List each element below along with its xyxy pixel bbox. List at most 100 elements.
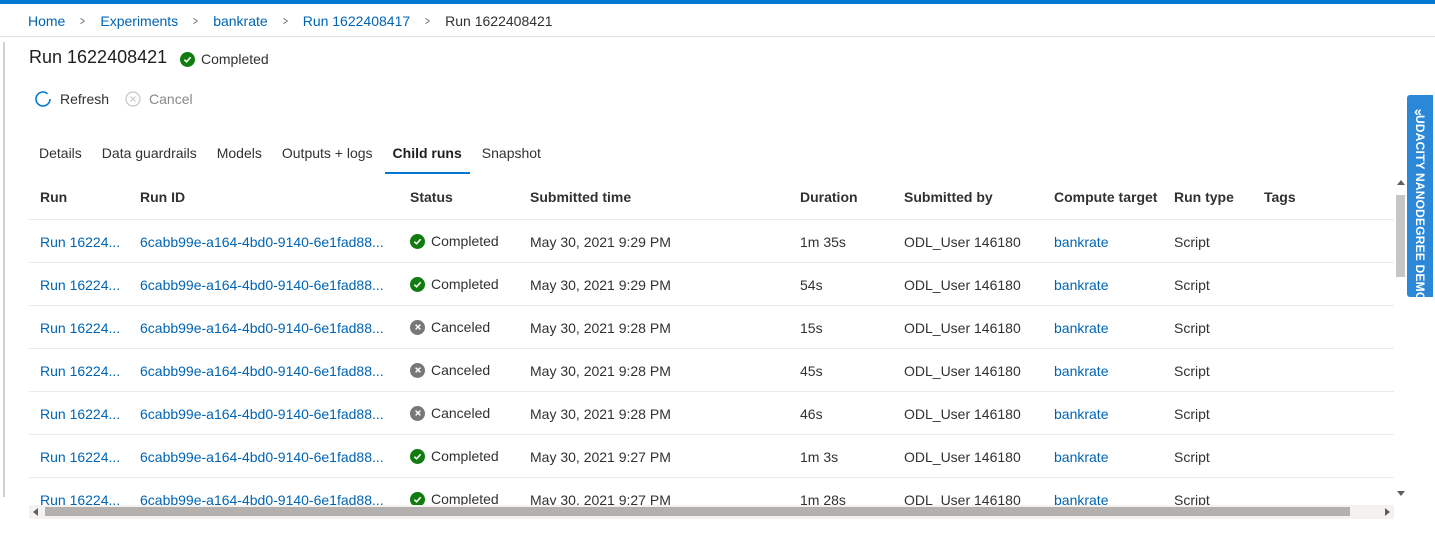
cell-compute-target-link[interactable]: bankrate (1054, 234, 1108, 250)
cell-run-id-link[interactable]: 6cabb99e-a164-4bd0-9140-6e1fad88... (140, 234, 384, 250)
cell-submitted-by: ODL_User 146180 (904, 406, 1021, 422)
status-label: Canceled (431, 405, 491, 421)
cell-run-type: Script (1174, 406, 1210, 422)
status-label: Completed (431, 491, 499, 506)
cell-run-id-link[interactable]: 6cabb99e-a164-4bd0-9140-6e1fad88... (140, 363, 384, 379)
cell-status: Completed (410, 491, 499, 506)
table-row[interactable]: Run 16224... 6cabb99e-a164-4bd0-9140-6e1f… (29, 263, 1394, 306)
column-header-duration[interactable]: Duration (800, 189, 858, 205)
column-header-run[interactable]: Run (40, 189, 67, 205)
vertical-scroll-thumb[interactable] (1396, 195, 1405, 277)
cell-run-type: Script (1174, 449, 1210, 465)
top-accent-bar (0, 0, 1435, 4)
cell-run-link[interactable]: Run 16224... (40, 234, 120, 250)
tab-models[interactable]: Models (207, 143, 272, 174)
tab-data-guardrails[interactable]: Data guardrails (92, 143, 207, 174)
cell-run-link[interactable]: Run 16224... (40, 449, 120, 465)
table-row[interactable]: Run 16224... 6cabb99e-a164-4bd0-9140-6e1f… (29, 306, 1394, 349)
header-divider (0, 36, 1435, 37)
cell-compute-target-link[interactable]: bankrate (1054, 406, 1108, 422)
cell-status: Canceled (410, 405, 490, 421)
breadcrumb-home[interactable]: Home (28, 13, 65, 29)
udacity-demo-side-tab[interactable]: « UDACITY NANODEGREE DEMO (1407, 95, 1433, 301)
check-circle-icon (180, 51, 195, 67)
check-circle-icon (410, 276, 425, 292)
cancel-button[interactable]: Cancel (125, 91, 193, 107)
cell-submitted-time: May 30, 2021 9:28 PM (530, 406, 671, 422)
cancel-circle-icon (410, 319, 425, 335)
cell-run-link[interactable]: Run 16224... (40, 363, 120, 379)
table-row[interactable]: Run 16224... 6cabb99e-a164-4bd0-9140-6e1f… (29, 220, 1394, 263)
status-label: Completed (431, 233, 499, 249)
tab-outputs-logs[interactable]: Outputs + logs (272, 143, 383, 174)
cancel-circle-icon (410, 362, 425, 378)
cell-submitted-by: ODL_User 146180 (904, 277, 1021, 293)
cell-submitted-by: ODL_User 146180 (904, 320, 1021, 336)
check-circle-icon (410, 491, 425, 506)
cell-run-link[interactable]: Run 16224... (40, 406, 120, 422)
cell-run-link[interactable]: Run 16224... (40, 320, 120, 336)
cell-duration: 1m 35s (800, 234, 846, 250)
status-label: Canceled (431, 319, 491, 335)
cell-run-id-link[interactable]: 6cabb99e-a164-4bd0-9140-6e1fad88... (140, 320, 384, 336)
cell-run-type: Script (1174, 277, 1210, 293)
breadcrumb-parent-run[interactable]: Run 1622408417 (303, 13, 410, 29)
cell-submitted-time: May 30, 2021 9:27 PM (530, 449, 671, 465)
cell-submitted-by: ODL_User 146180 (904, 449, 1021, 465)
table-row[interactable]: Run 16224... 6cabb99e-a164-4bd0-9140-6e1f… (29, 435, 1394, 478)
cell-status: Completed (410, 276, 499, 292)
cell-run-link[interactable]: Run 16224... (40, 277, 120, 293)
column-header-submitted-time[interactable]: Submitted time (530, 189, 631, 205)
cell-compute-target-link[interactable]: bankrate (1054, 492, 1108, 506)
tab-snapshot[interactable]: Snapshot (472, 143, 551, 174)
scroll-left-arrow-icon[interactable] (33, 508, 38, 516)
scroll-up-arrow-icon[interactable] (1397, 180, 1405, 185)
tab-details[interactable]: Details (29, 143, 92, 174)
breadcrumb-experiment[interactable]: bankrate (213, 13, 267, 29)
refresh-button[interactable]: Refresh (34, 90, 109, 108)
cell-status: Completed (410, 233, 499, 249)
cell-compute-target-link[interactable]: bankrate (1054, 449, 1108, 465)
cell-submitted-by: ODL_User 146180 (904, 492, 1021, 506)
table-header: Run Run ID Status Submitted time Duratio… (29, 176, 1394, 220)
page-title: Run 1622408421 (29, 47, 168, 67)
cell-duration: 54s (800, 277, 823, 293)
table-row[interactable]: Run 16224... 6cabb99e-a164-4bd0-9140-6e1f… (29, 392, 1394, 435)
breadcrumb-experiments[interactable]: Experiments (100, 13, 178, 29)
cell-run-id-link[interactable]: 6cabb99e-a164-4bd0-9140-6e1fad88... (140, 406, 384, 422)
column-header-run-id[interactable]: Run ID (140, 189, 185, 205)
column-header-tags[interactable]: Tags (1264, 189, 1296, 205)
column-header-compute-target[interactable]: Compute target (1054, 189, 1157, 205)
column-header-run-type[interactable]: Run type (1174, 189, 1234, 205)
scroll-down-arrow-icon[interactable] (1397, 491, 1405, 496)
cell-run-id-link[interactable]: 6cabb99e-a164-4bd0-9140-6e1fad88... (140, 277, 384, 293)
cell-compute-target-link[interactable]: bankrate (1054, 277, 1108, 293)
column-header-status[interactable]: Status (410, 189, 453, 205)
tab-child-runs[interactable]: Child runs (383, 143, 472, 174)
table-row[interactable]: Run 16224... 6cabb99e-a164-4bd0-9140-6e1f… (29, 478, 1394, 506)
chevron-right-icon: > (282, 14, 288, 28)
chevron-right-icon: > (80, 14, 86, 28)
cell-status: Canceled (410, 319, 490, 335)
cancel-circle-icon (410, 405, 425, 421)
scroll-right-arrow-icon[interactable] (1385, 508, 1390, 516)
cancel-circle-icon (125, 91, 141, 107)
breadcrumb: Home > Experiments > bankrate > Run 1622… (28, 11, 553, 31)
run-tabs: Details Data guardrails Models Outputs +… (29, 143, 551, 174)
cell-run-id-link[interactable]: 6cabb99e-a164-4bd0-9140-6e1fad88... (140, 492, 384, 506)
cell-status: Canceled (410, 362, 490, 378)
cell-compute-target-link[interactable]: bankrate (1054, 320, 1108, 336)
column-header-submitted-by[interactable]: Submitted by (904, 189, 993, 205)
check-circle-icon (410, 448, 425, 464)
cell-run-link[interactable]: Run 16224... (40, 492, 120, 506)
cell-compute-target-link[interactable]: bankrate (1054, 363, 1108, 379)
refresh-icon (35, 91, 51, 107)
cell-duration: 1m 28s (800, 492, 846, 506)
status-label: Canceled (431, 362, 491, 378)
cell-run-id-link[interactable]: 6cabb99e-a164-4bd0-9140-6e1fad88... (140, 449, 384, 465)
cell-run-type: Script (1174, 363, 1210, 379)
cell-status: Completed (410, 448, 499, 464)
horizontal-scroll-thumb[interactable] (45, 507, 1350, 516)
table-row[interactable]: Run 16224... 6cabb99e-a164-4bd0-9140-6e1f… (29, 349, 1394, 392)
horizontal-scrollbar[interactable] (29, 505, 1394, 519)
